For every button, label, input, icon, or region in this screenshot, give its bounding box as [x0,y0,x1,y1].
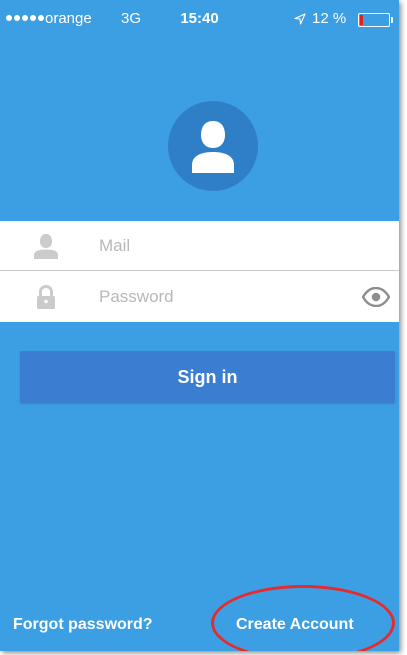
status-bar: orange 3G 15:40 12 % [0,0,399,40]
password-input[interactable] [99,272,349,322]
login-screen: orange 3G 15:40 12 % Mail Sign in Forgot… [0,0,399,651]
location-arrow-icon [294,13,306,25]
mail-input[interactable] [99,221,349,271]
user-silhouette-icon [192,121,234,173]
lock-icon [37,284,55,309]
password-field [0,272,399,322]
battery-icon [358,13,393,27]
battery-percent: 12 % [312,10,347,27]
eye-icon[interactable] [362,287,390,307]
sign-in-button[interactable]: Sign in [20,351,395,403]
forgot-password-link[interactable]: Forgot password? [13,616,153,634]
user-icon [34,234,58,259]
avatar [168,101,258,191]
battery-level [360,15,363,25]
mail-field [0,221,399,271]
annotation-circle [211,585,395,651]
login-form [0,221,399,322]
